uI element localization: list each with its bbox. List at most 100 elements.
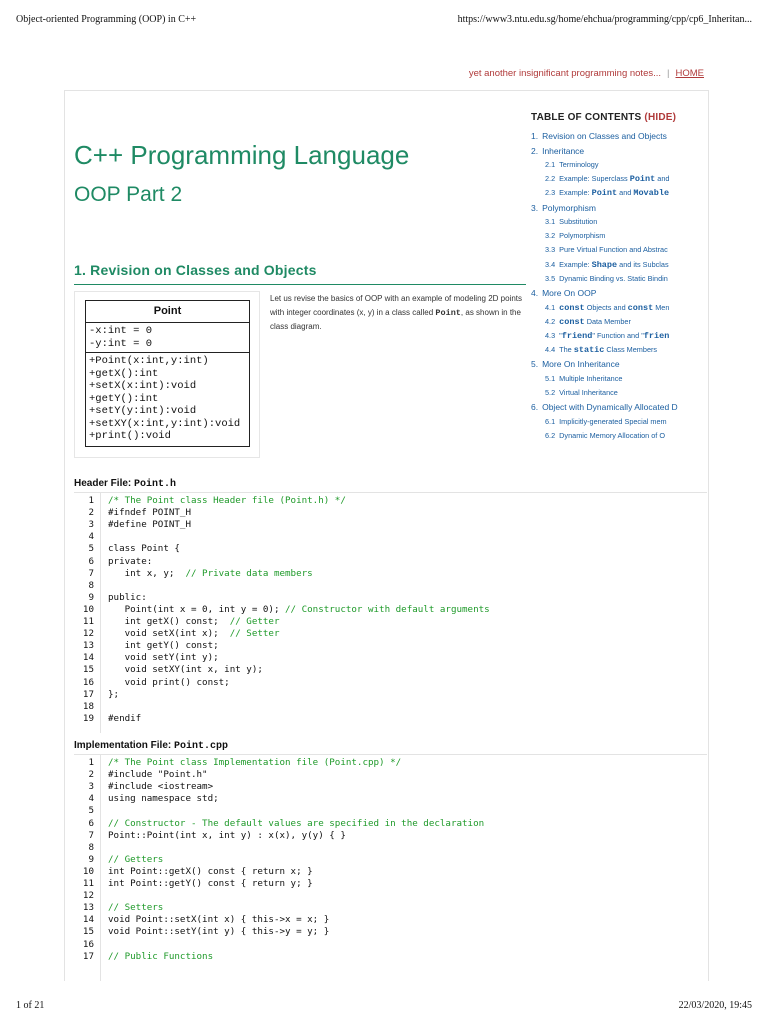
toc-item[interactable]: 4.2 const Data Member xyxy=(531,315,701,329)
toc-item[interactable]: 3.1 Substitution xyxy=(531,215,701,229)
toc-item[interactable]: 4. More On OOP xyxy=(531,286,701,301)
toc-item-text: Men xyxy=(653,302,670,312)
code-line: 8 xyxy=(74,842,704,854)
toc-item-text: and xyxy=(617,188,634,198)
toc-item-code: Point xyxy=(591,188,618,199)
toc-item-text: More On Inheritance xyxy=(542,359,620,370)
code-segment: // Setters xyxy=(108,902,164,914)
code-text: void Point::setY(int y) { this->y = y; } xyxy=(108,926,329,937)
line-number: 7 xyxy=(88,567,94,579)
toc-item[interactable]: 3. Polymorphism xyxy=(531,201,701,216)
top-nav: yet another insignificant programming no… xyxy=(469,68,704,79)
toc-item-number: 6.1 xyxy=(545,416,556,426)
code-segment: void Point::setY(int y) { this->y = y; } xyxy=(108,926,330,938)
code-text: #define POINT_H xyxy=(108,519,191,530)
header-file-code-block: 1 /* The Point class Header file (Point.h… xyxy=(74,492,707,733)
toc-item[interactable]: 3.2 Polymorphism xyxy=(531,229,701,243)
table-of-contents: TABLE OF CONTENTS (HIDE) 1. Revision on C… xyxy=(531,112,701,442)
toc-item-text: Multiple Inheritance xyxy=(559,373,623,383)
uml-attributes: -x:int = 0 -y:int = 0 xyxy=(86,323,249,353)
toc-item[interactable]: 6.2 Dynamic Memory Allocation of O xyxy=(531,429,701,442)
code-text: void Point::setX(int x) { this->x = x; } xyxy=(108,914,329,925)
toc-item-text: The xyxy=(559,345,574,355)
code-segment: #endif xyxy=(108,712,142,724)
code-text: #include "Point.h" xyxy=(108,769,208,780)
code-segment: /* The Point class Implementation file (… xyxy=(108,757,402,768)
line-number: 5 xyxy=(88,543,94,555)
line-number: 17 xyxy=(82,950,94,962)
page-subtitle: OOP Part 2 xyxy=(74,183,183,206)
notes-link[interactable]: yet another insignificant programming no… xyxy=(469,68,661,79)
code-text: #include <iostream> xyxy=(108,781,213,792)
code-segment: void print() const; xyxy=(108,676,230,688)
code-line: 6 // Constructor - The default values are… xyxy=(74,818,704,830)
toc-item-number: 4.4 xyxy=(545,345,556,355)
code-line: 2 #ifndef POINT_H xyxy=(74,507,704,519)
toc-item[interactable]: 1. Revision on Classes and Objects xyxy=(531,129,701,144)
toc-item[interactable]: 3.4 Example: Shape and its Subclas xyxy=(531,258,701,272)
line-number: 5 xyxy=(88,805,94,817)
toc-item-number: 6.2 xyxy=(545,430,556,440)
code-segment: #ifndef POINT_H xyxy=(108,507,191,519)
uml-method: +setY(y:int):void xyxy=(89,405,197,417)
code-text: /* The Point class Header file (Point.h)… xyxy=(108,495,346,506)
toc-item[interactable]: 4.1 const Objects and const Men xyxy=(531,301,701,315)
code-segment: void setXY(int x, int y); xyxy=(108,664,263,676)
toc-item[interactable]: 5.2 Virtual Inheritance xyxy=(531,386,701,400)
toc-item-text: Revision on Classes and Objects xyxy=(542,131,667,141)
code-segment: // Public Functions xyxy=(108,950,214,962)
toc-item-text: Object with Dynamically Allocated D xyxy=(542,402,678,413)
toc-item[interactable]: 2. Inheritance xyxy=(531,144,701,159)
code-segment: int getX() const; xyxy=(108,616,219,627)
impl-file-code-block: 1 /* The Point class Implementation file … xyxy=(74,754,707,981)
code-line: 7 int x, y; // Private data members xyxy=(74,568,704,580)
impl-file-label: Implementation File: Point.cpp xyxy=(74,740,228,752)
toc-item[interactable]: 2.1 Terminology xyxy=(531,158,701,172)
class-diagram-figure: Point -x:int = 0 -y:int = 0 +Point(x:int,… xyxy=(74,291,260,458)
code-line: 4 using namespace std; xyxy=(74,793,704,805)
code-text: void setXY(int x, int y); xyxy=(108,664,263,675)
header-file-label-text: Header File: xyxy=(74,478,135,489)
code-line: 15 void setXY(int x, int y); xyxy=(74,664,704,676)
code-line: 10 Point(int x = 0, int y = 0); // Const… xyxy=(74,604,704,616)
toc-item-text: More On OOP xyxy=(542,288,597,298)
code-segment: using namespace std; xyxy=(108,793,219,805)
toc-item[interactable]: 2.3 Example: Point and Movable xyxy=(531,186,701,200)
code-segment: /* The Point class Header file (Point.h)… xyxy=(108,495,346,506)
line-number: 10 xyxy=(82,865,94,877)
code-text: void setY(int y); xyxy=(108,652,219,663)
code-segment: void setY(int y); xyxy=(108,652,219,664)
code-text: /* The Point class Implementation file (… xyxy=(108,757,401,768)
toc-item[interactable]: 4.4 The static Class Members xyxy=(531,343,701,357)
toc-item[interactable]: 3.5 Dynamic Binding vs. Static Bindin xyxy=(531,272,701,286)
intro-code-point: Point xyxy=(435,308,461,318)
code-line: 8 xyxy=(74,580,704,592)
line-number: 4 xyxy=(88,793,94,805)
print-date: 22/03/2020, 19:45 xyxy=(678,1000,752,1011)
toc-hide-toggle[interactable]: (HIDE) xyxy=(644,112,676,123)
line-number: 3 xyxy=(88,519,94,531)
code-comment: // Private data members xyxy=(174,567,313,579)
line-number: 13 xyxy=(82,640,94,652)
toc-item[interactable]: 4.3 "friend" Function and "frien xyxy=(531,329,701,343)
home-link[interactable]: HOME xyxy=(676,68,705,79)
toc-item-code: const xyxy=(559,302,585,313)
toc-item-text: Dynamic Memory Allocation of O xyxy=(559,430,665,440)
code-text: int x, y; // Private data members xyxy=(108,568,313,579)
toc-item[interactable]: 2.2 Example: Superclass Point and xyxy=(531,172,701,186)
code-text: Point(int x = 0, int y = 0); // Construc… xyxy=(108,604,490,615)
code-segment: Point::Point(int x, int y) : x(x), y(y) … xyxy=(108,829,346,841)
toc-item[interactable]: 6.1 Implicitly-generated Special mem xyxy=(531,415,701,429)
toc-item-number: 3.4 xyxy=(545,259,556,269)
print-page-url: https://www3.ntu.edu.sg/home/ehchua/prog… xyxy=(457,14,752,25)
toc-item[interactable]: 3.3 Pure Virtual Function and Abstrac xyxy=(531,243,701,257)
code-line: 13 // Setters xyxy=(74,902,704,914)
code-text: int Point::getY() const { return y; } xyxy=(108,878,313,889)
toc-item[interactable]: 5. More On Inheritance xyxy=(531,357,701,372)
toc-item[interactable]: 6. Object with Dynamically Allocated D xyxy=(531,400,701,415)
code-text: // Getters xyxy=(108,854,163,865)
toc-item[interactable]: 5.1 Multiple Inheritance xyxy=(531,372,701,386)
code-text: class Point { xyxy=(108,543,180,554)
code-text: }; xyxy=(108,689,119,700)
code-line: 10 int Point::getX() const { return x; } xyxy=(74,866,704,878)
